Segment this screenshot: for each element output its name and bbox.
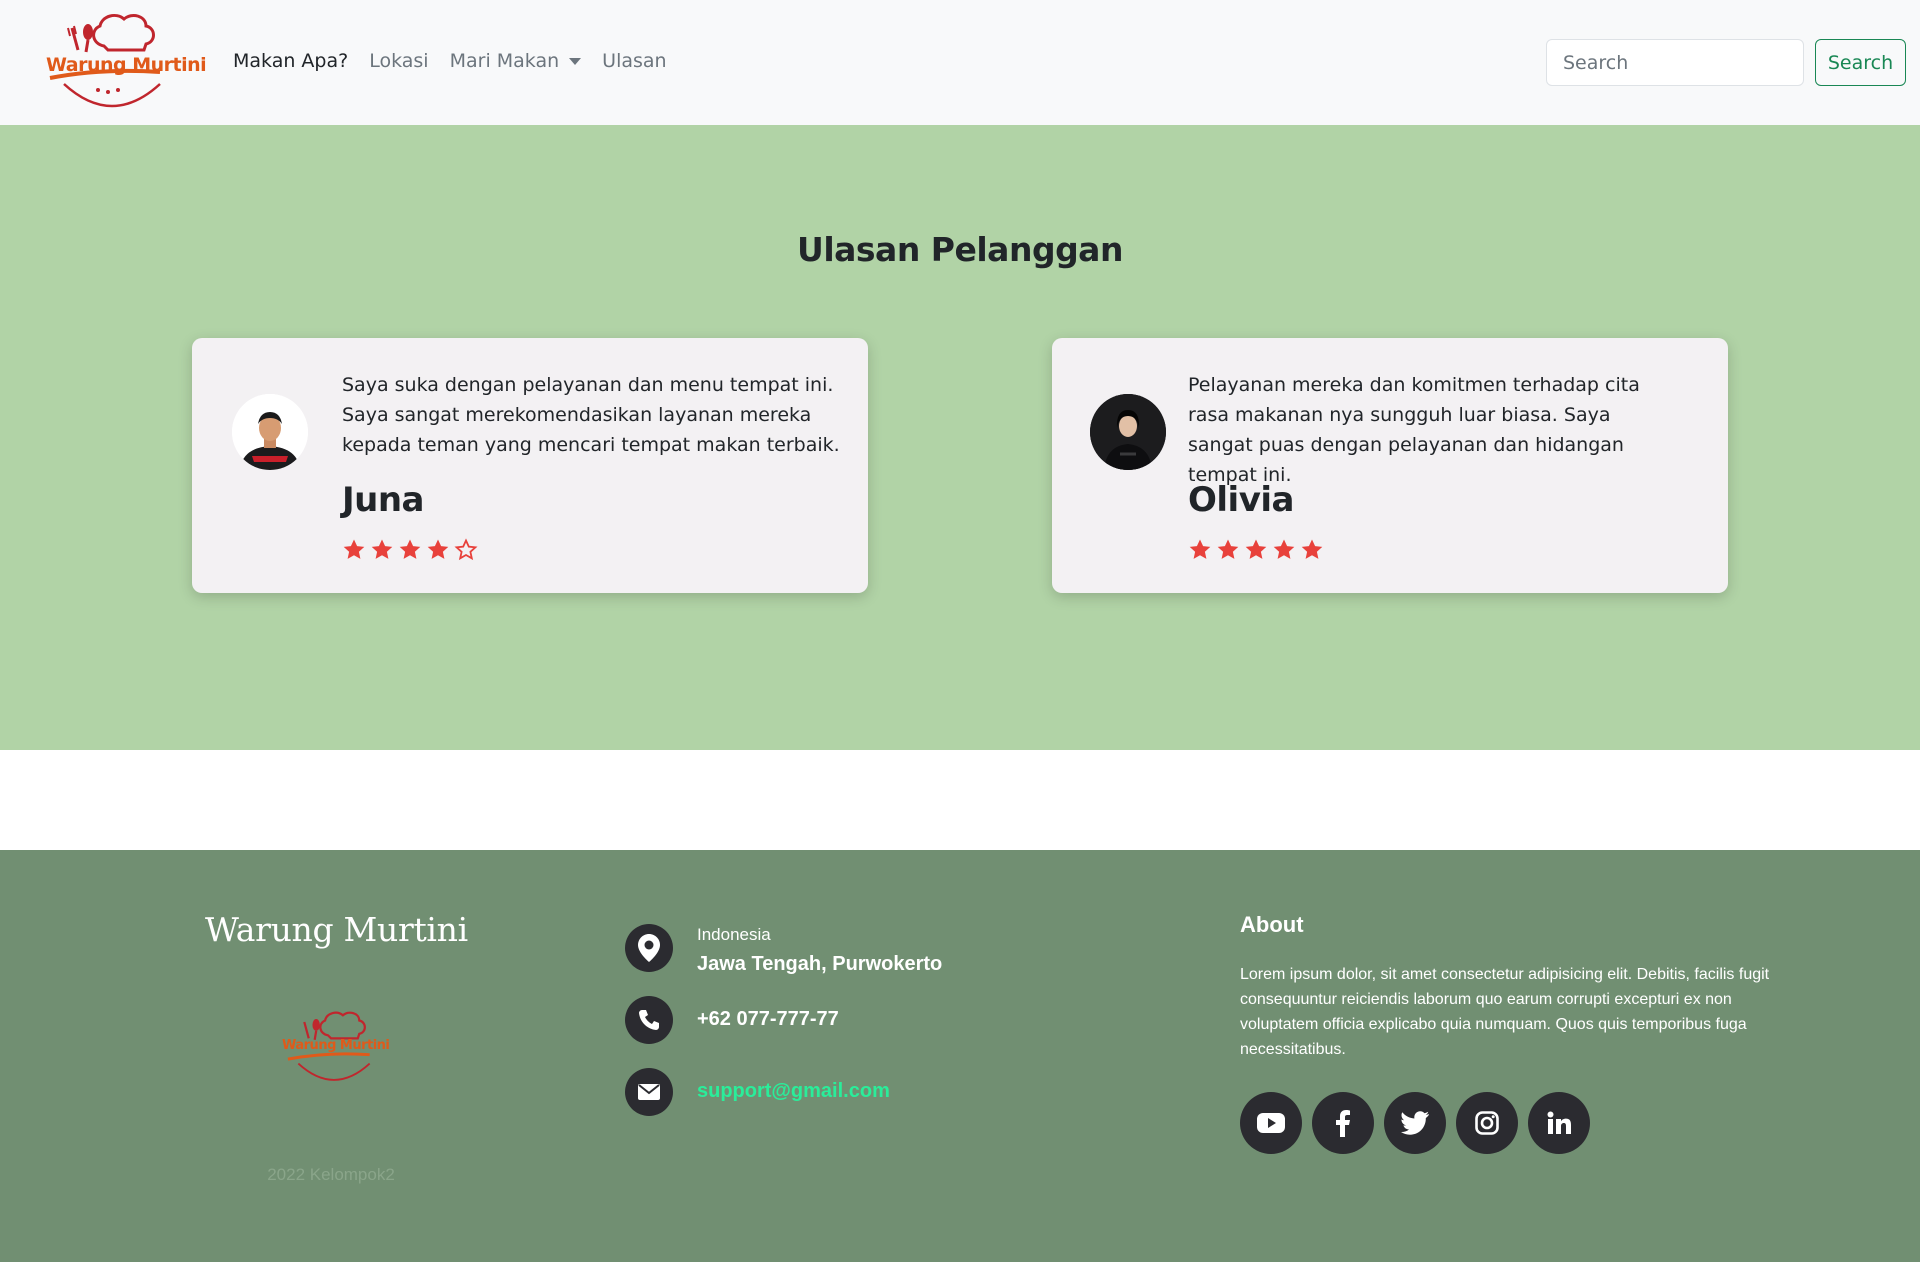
contact-phone: +62 077-777-77: [697, 1008, 839, 1030]
footer: Warung Murtini Warung Murtini 2022 Kelom…: [0, 850, 1920, 1262]
review-card: Pelayanan mereka dan komitmen terhadap c…: [1052, 338, 1728, 593]
twitter-icon[interactable]: [1384, 1092, 1446, 1154]
footer-logo: Warung Murtini: [282, 1008, 390, 1088]
nav-dropdown-label: Mari Makan: [449, 50, 560, 72]
phone-icon: [625, 996, 673, 1044]
star-filled-icon: [1301, 539, 1323, 559]
star-filled-icon: [1245, 539, 1267, 559]
nav-link-lokasi[interactable]: Lokasi: [369, 50, 428, 72]
facebook-icon[interactable]: [1312, 1092, 1374, 1154]
logo-text: Warung Murtini: [46, 54, 207, 76]
avatar: [1090, 394, 1166, 470]
copyright-text: 2022 Kelompok2: [267, 1165, 395, 1184]
linkedin-icon[interactable]: [1528, 1092, 1590, 1154]
star-empty-icon: [454, 538, 478, 561]
reviewer-name: Olivia: [1188, 480, 1294, 520]
review-card: Saya suka dengan pelayanan dan menu temp…: [192, 338, 868, 593]
footer-brand-title: Warung Murtini: [205, 910, 468, 949]
location-pin-icon: [625, 924, 673, 972]
youtube-icon[interactable]: [1240, 1092, 1302, 1154]
star-filled-icon: [399, 539, 421, 559]
main-nav: Makan Apa? Lokasi Mari Makan Ulasan: [233, 50, 688, 72]
social-links: [1240, 1092, 1590, 1154]
reviewer-name: Juna: [342, 480, 425, 520]
star-filled-icon: [343, 539, 365, 559]
envelope-icon: [625, 1068, 673, 1116]
nav-link-makan-apa[interactable]: Makan Apa?: [233, 50, 348, 72]
contact-address: Jawa Tengah, Purwokerto: [697, 953, 943, 975]
star-rating: [1188, 538, 1324, 562]
instagram-icon[interactable]: [1456, 1092, 1518, 1154]
reviews-title: Ulasan Pelanggan: [797, 230, 1123, 269]
navbar: Warung Murtini Makan Apa? Lokasi Mari Ma…: [0, 0, 1920, 125]
about-title: About: [1240, 912, 1304, 937]
review-text: Saya suka dengan pelayanan dan menu temp…: [342, 374, 840, 456]
star-filled-icon: [1217, 539, 1239, 559]
contact-country: Indonesia: [697, 925, 771, 944]
avatar: [232, 394, 308, 470]
person-avatar-icon: [1090, 394, 1166, 470]
nav-dropdown-mari-makan[interactable]: Mari Makan: [450, 50, 582, 72]
review-text: Pelayanan mereka dan komitmen terhadap c…: [1188, 374, 1640, 486]
brand-logo[interactable]: Warung Murtini: [42, 10, 207, 116]
reviews-section: Ulasan Pelanggan Saya suka dengan pelaya…: [0, 125, 1920, 750]
contact-email-link[interactable]: support@gmail.com: [697, 1080, 890, 1103]
footer-logo-text: Warung Murtini: [282, 1038, 390, 1053]
person-avatar-icon: [232, 394, 308, 470]
star-filled-icon: [371, 539, 393, 559]
star-filled-icon: [427, 539, 449, 559]
star-filled-icon: [1273, 539, 1295, 559]
caret-down-icon: [569, 57, 582, 65]
about-text: Lorem ipsum dolor, sit amet consectetur …: [1240, 966, 1770, 1058]
search-button[interactable]: Search: [1815, 39, 1906, 86]
nav-link-ulasan[interactable]: Ulasan: [602, 50, 666, 72]
star-rating: [342, 538, 478, 562]
star-filled-icon: [1189, 539, 1211, 559]
search-input[interactable]: [1546, 39, 1804, 86]
